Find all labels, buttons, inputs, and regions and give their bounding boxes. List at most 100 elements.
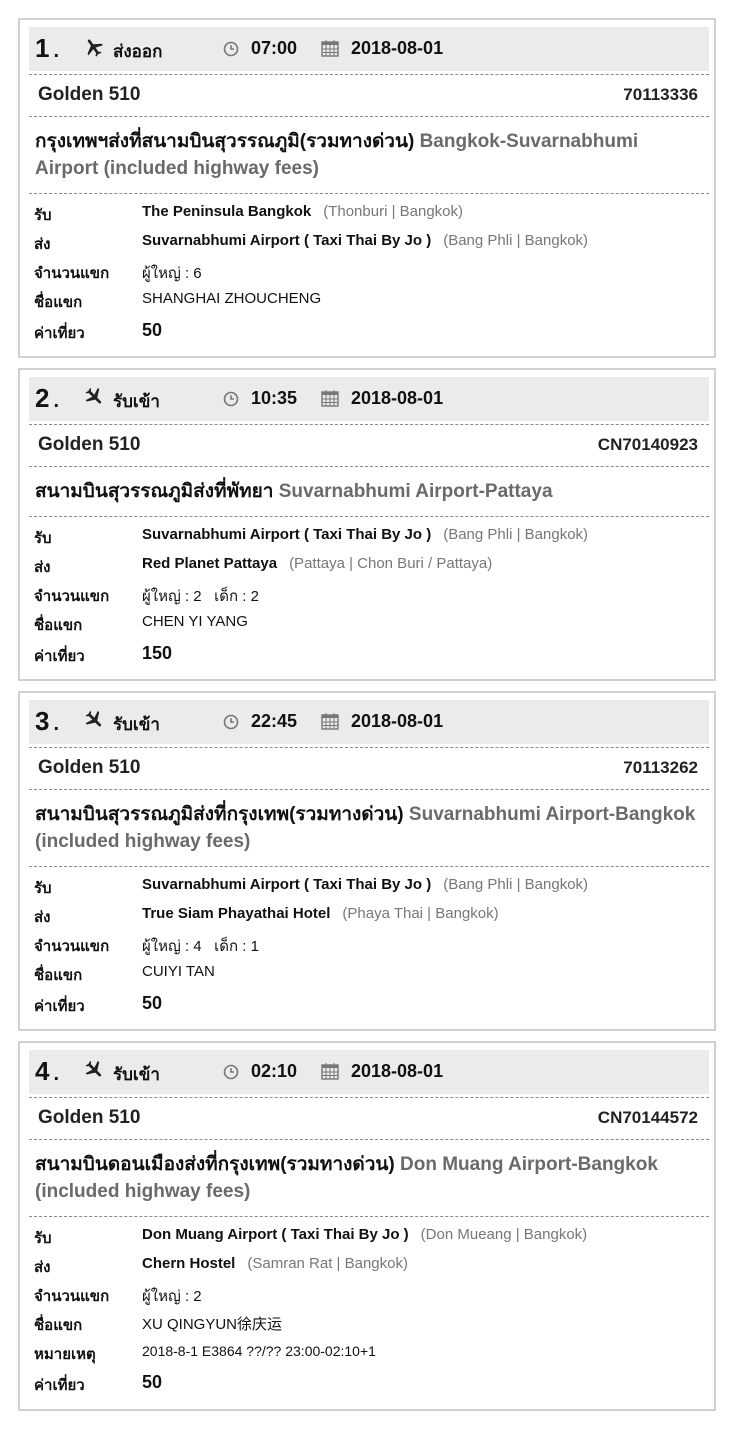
pickup-time: 22:45: [251, 711, 298, 731]
note-value: 2018-8-1 E3864 ??/?? 23:00-02:10+1: [142, 1343, 376, 1359]
company-name: Golden 510: [38, 84, 141, 105]
pax-label: จำนวนแขก: [34, 588, 110, 605]
trip-direction: ส่งออก: [113, 42, 163, 61]
child-label: เด็ก :: [214, 938, 247, 955]
plane-landing-icon: [85, 1060, 102, 1077]
fare-value: 150: [142, 643, 173, 663]
pickup-date: 2018-08-01: [351, 38, 444, 58]
pax-count: ผู้ใหญ่ : 2 เด็ก : 2: [142, 584, 259, 608]
trip-direction: รับเข้า: [113, 392, 160, 411]
booking-number: 4.: [35, 1056, 61, 1086]
fare-label: ค่าเที่ยว: [34, 648, 85, 665]
booking-code: CN70144572: [597, 1108, 698, 1127]
divider: [29, 424, 709, 425]
dropoff-location: (Phaya Thai | Bangkok): [342, 905, 499, 922]
child-label: เด็ก :: [214, 588, 247, 605]
adult-count: 6: [193, 265, 202, 282]
pickup-label: รับ: [34, 1230, 52, 1247]
pickup-date: 2018-08-01: [351, 1061, 444, 1081]
booking-card: 2. รับเข้า 10:35 2018-08-01 Golden 510 C…: [18, 368, 716, 681]
pickup-place: Don Muang Airport ( Taxi Thai By Jo ) (Do…: [142, 1226, 587, 1243]
plane-landing-icon: [85, 387, 102, 404]
pickup-location: (Don Mueang | Bangkok): [420, 1226, 588, 1243]
booking-header: 3. รับเข้า 22:45 2018-08-01: [29, 700, 709, 744]
pax-label: จำนวนแขก: [34, 265, 110, 282]
pickup-location: (Bang Phli | Bangkok): [443, 876, 589, 893]
adult-label: ผู้ใหญ่ :: [142, 265, 190, 282]
guest-name: XU QINGYUN徐庆运: [142, 1316, 283, 1333]
booking-header: 4. รับเข้า 02:10 2018-08-01: [29, 1050, 709, 1094]
child-count: 1: [250, 938, 259, 955]
dropoff-name: Chern Hostel: [142, 1255, 236, 1272]
booking-number: 3.: [35, 706, 61, 736]
pickup-date: 2018-08-01: [351, 711, 444, 731]
clock-icon: [223, 1064, 239, 1080]
clock-icon: [223, 41, 239, 57]
dropoff-label: ส่ง: [34, 236, 51, 253]
fare-value: 50: [142, 993, 163, 1013]
divider: [29, 466, 709, 467]
dropoff-name: Red Planet Pattaya: [142, 555, 278, 572]
pax-count: ผู้ใหญ่ : 6: [142, 261, 202, 285]
dropoff-place: Red Planet Pattaya (Pattaya | Chon Buri /…: [142, 555, 492, 572]
divider: [29, 789, 709, 790]
divider: [29, 1139, 709, 1140]
divider: [29, 1097, 709, 1098]
pickup-place: Suvarnabhumi Airport ( Taxi Thai By Jo )…: [142, 876, 588, 893]
route-thai: กรุงเทพฯส่งที่สนามบินสุวรรณภูมิ(รวมทางด่…: [35, 131, 415, 152]
fare-value: 50: [142, 320, 163, 340]
divider: [29, 516, 709, 517]
booking-number: 2.: [35, 383, 61, 413]
pickup-label: รับ: [34, 207, 52, 224]
pickup-time: 10:35: [251, 388, 298, 408]
dropoff-place: True Siam Phayathai Hotel (Phaya Thai | B…: [142, 905, 499, 922]
dropoff-location: (Pattaya | Chon Buri / Pattaya): [289, 555, 493, 572]
route-thai: สนามบินดอนเมืองส่งที่กรุงเทพ(รวมทางด่วน): [35, 1154, 395, 1175]
divider: [29, 193, 709, 194]
pickup-date: 2018-08-01: [351, 388, 444, 408]
calendar-icon: [321, 40, 339, 57]
route-english: Suvarnabhumi Airport-Pattaya: [278, 481, 553, 502]
plane-takeoff-icon: [87, 39, 103, 57]
booking-card: 3. รับเข้า 22:45 2018-08-01 Golden 510 7…: [18, 691, 716, 1031]
pickup-time: 02:10: [251, 1061, 298, 1081]
adult-label: ผู้ใหญ่ :: [142, 938, 190, 955]
adult-label: ผู้ใหญ่ :: [142, 588, 190, 605]
dropoff-label: ส่ง: [34, 909, 51, 926]
calendar-icon: [321, 390, 339, 407]
guest-name: SHANGHAI ZHOUCHENG: [142, 290, 322, 307]
pickup-name: Don Muang Airport ( Taxi Thai By Jo ): [142, 1226, 409, 1243]
pickup-location: (Bang Phli | Bangkok): [443, 526, 589, 543]
company-name: Golden 510: [38, 434, 141, 455]
guest-name: CUIYI TAN: [142, 963, 215, 980]
adult-label: ผู้ใหญ่ :: [142, 1288, 190, 1305]
calendar-icon: [321, 713, 339, 730]
fare-label: ค่าเที่ยว: [34, 1377, 85, 1394]
pickup-place: Suvarnabhumi Airport ( Taxi Thai By Jo )…: [142, 526, 588, 543]
trip-direction: รับเข้า: [113, 715, 160, 734]
divider: [29, 74, 709, 75]
divider: [29, 747, 709, 748]
pickup-label: รับ: [34, 530, 52, 547]
fare-label: ค่าเที่ยว: [34, 325, 85, 342]
route-thai: สนามบินสุวรรณภูมิส่งที่กรุงเทพ(รวมทางด่ว…: [35, 804, 404, 825]
route-title: สนามบินสุวรรณภูมิส่งที่พัทยา Suvarnabhum…: [35, 478, 705, 505]
pax-count: ผู้ใหญ่ : 4 เด็ก : 1: [142, 934, 259, 958]
booking-card: 1. ส่งออก 07:00 2018-08-01 Golden 510 70…: [18, 18, 716, 358]
route-title: สนามบินสุวรรณภูมิส่งที่กรุงเทพ(รวมทางด่ว…: [35, 801, 705, 855]
clock-icon: [223, 714, 239, 730]
clock-icon: [223, 391, 239, 407]
pickup-place: The Peninsula Bangkok (Thonburi | Bangkok…: [142, 203, 463, 220]
dropoff-place: Chern Hostel (Samran Rat | Bangkok): [142, 1255, 408, 1272]
pickup-location: (Thonburi | Bangkok): [323, 203, 464, 220]
dropoff-name: True Siam Phayathai Hotel: [142, 905, 331, 922]
guest-label: ชื่อแขก: [34, 1317, 83, 1334]
booking-code: 70113336: [623, 85, 698, 104]
adult-count: 2: [193, 1288, 202, 1305]
fare-value: 50: [142, 1372, 163, 1392]
child-count: 2: [250, 588, 259, 605]
pax-label: จำนวนแขก: [34, 938, 110, 955]
guest-label: ชื่อแขก: [34, 294, 83, 311]
route-title: สนามบินดอนเมืองส่งที่กรุงเทพ(รวมทางด่วน)…: [35, 1151, 705, 1205]
booking-header: 2. รับเข้า 10:35 2018-08-01: [29, 377, 709, 421]
